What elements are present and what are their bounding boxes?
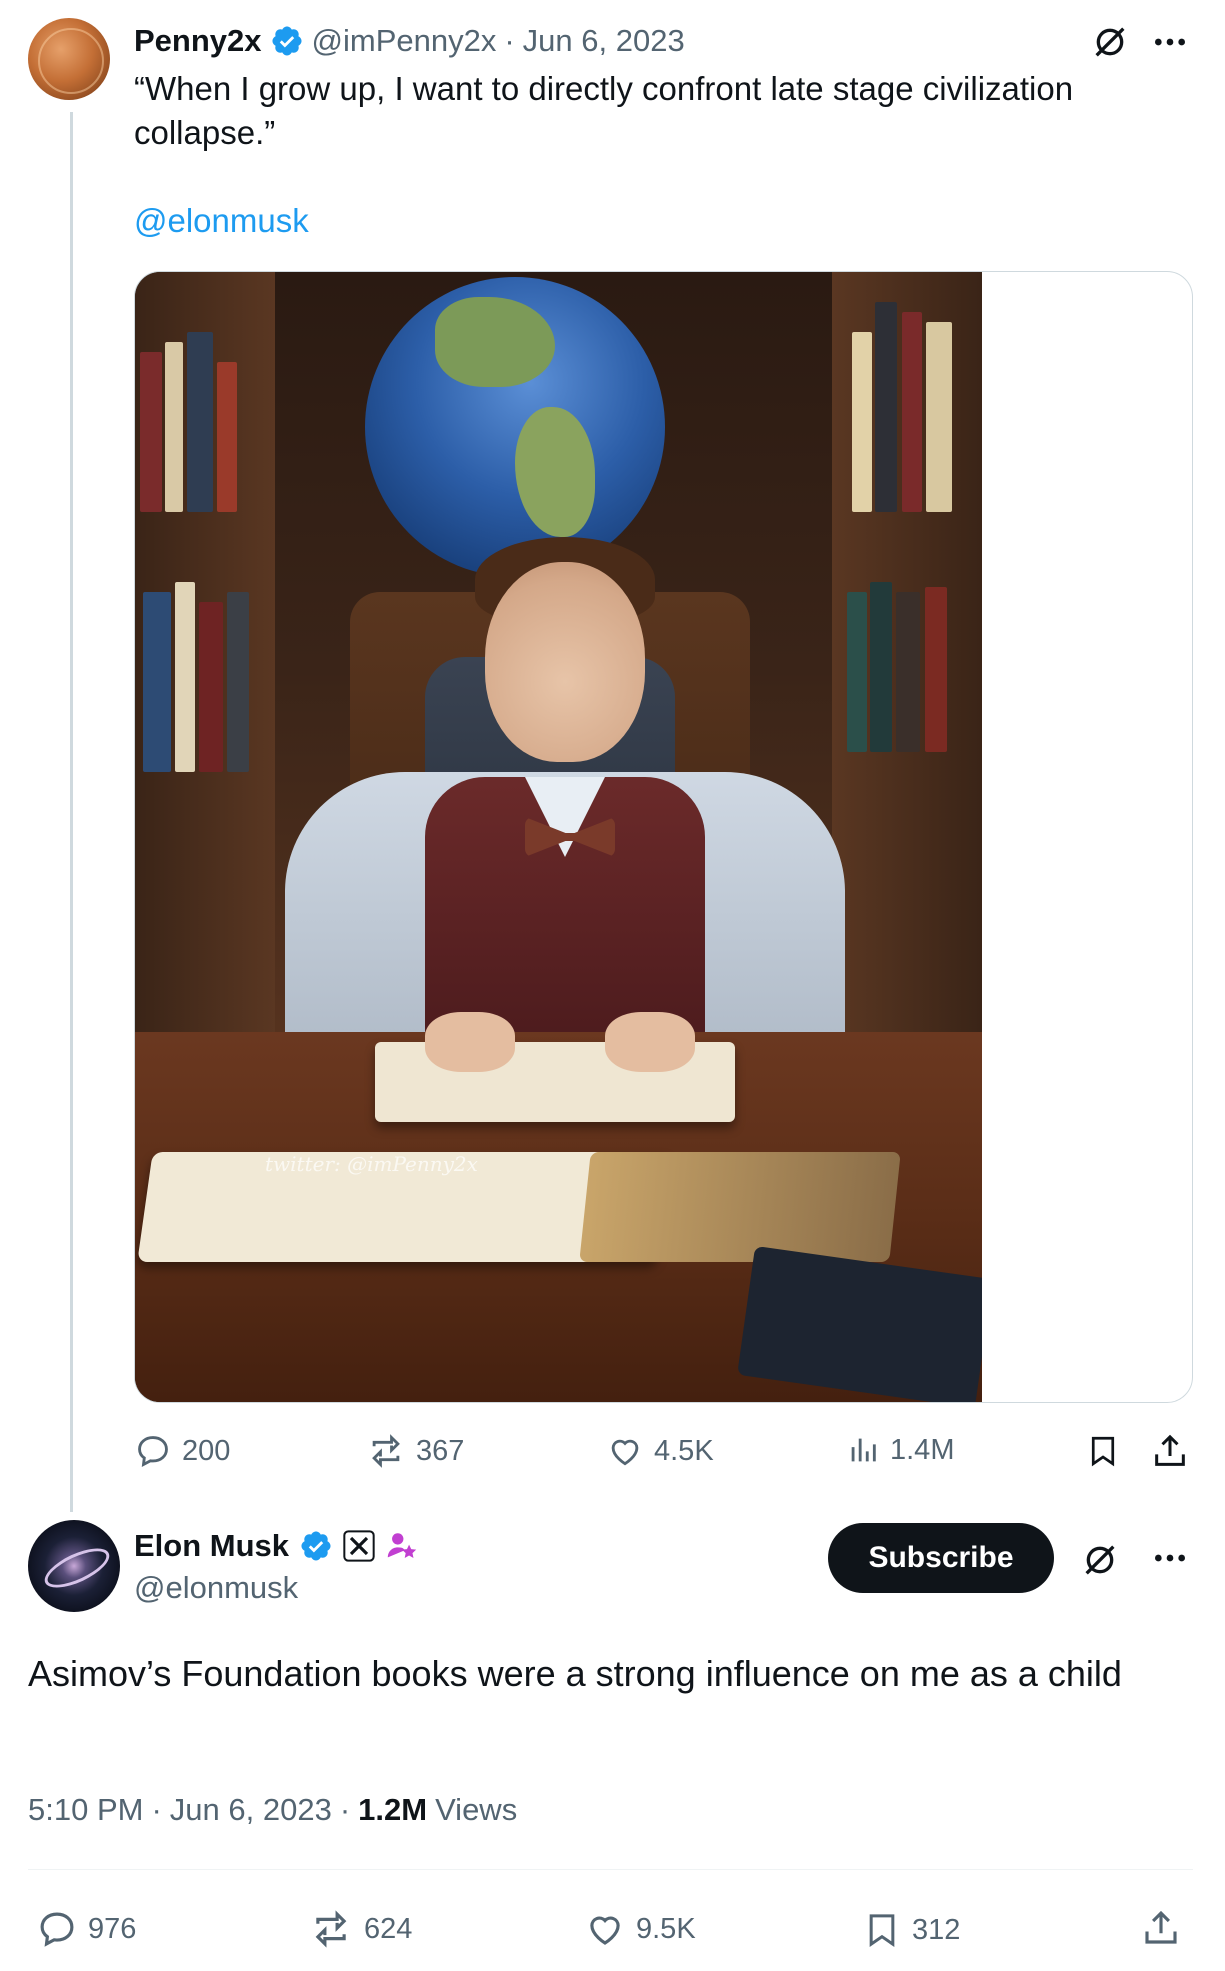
verified-badge-icon <box>271 26 302 56</box>
main-tweet-text: Asimov’s Foundation books were a strong … <box>28 1653 1122 1694</box>
photo-watermark: twitter: @imPenny2x <box>265 1152 478 1176</box>
tweet-time[interactable]: 5:10 PM <box>28 1792 143 1828</box>
main-author-name[interactable]: Elon Musk <box>134 1528 289 1564</box>
main-author-handle[interactable]: @elonmusk <box>134 1570 298 1606</box>
quoted-repost-count: 367 <box>416 1434 465 1467</box>
separator-dot: · <box>339 1792 351 1827</box>
elonmusk-avatar[interactable] <box>28 1520 120 1612</box>
quoted-reply-button[interactable]: 200 <box>134 1432 230 1470</box>
tweet-meta: 5:10 PM · Jun 6, 2023 · 1.2M Views <box>28 1792 517 1828</box>
verified-badge-icon <box>301 1531 331 1561</box>
views-icon <box>851 1438 876 1462</box>
reply-button[interactable]: 976 <box>36 1908 136 1950</box>
repost-icon <box>372 1434 400 1468</box>
quoted-reply-count: 200 <box>182 1434 231 1467</box>
quoted-views-button[interactable]: 1.4M <box>846 1432 954 1468</box>
separator-dot: · <box>151 1792 162 1827</box>
quoted-repost-button[interactable]: 367 <box>366 1432 464 1470</box>
grok-icon[interactable] <box>1080 1540 1120 1580</box>
views-count: 1.2M <box>358 1792 428 1827</box>
x-logo-icon[interactable] <box>343 1530 375 1562</box>
repost-button[interactable]: 624 <box>308 1908 412 1950</box>
picture-book <box>579 1152 901 1262</box>
reply-icon <box>40 1912 74 1947</box>
reply-icon <box>138 1436 168 1468</box>
more-icon[interactable] <box>1150 26 1190 58</box>
bookmark-icon[interactable] <box>1085 1430 1121 1472</box>
repost-count: 624 <box>364 1912 413 1945</box>
share-icon[interactable] <box>1150 1430 1190 1472</box>
tweet-photo[interactable]: twitter: @imPenny2x <box>135 272 982 1402</box>
quoted-views-count: 1.4M <box>890 1433 955 1466</box>
like-button[interactable]: 9.5K <box>584 1908 696 1950</box>
quoted-date[interactable]: Jun 6, 2023 <box>523 23 685 59</box>
separator-dot: · <box>504 23 515 58</box>
views-label: Views <box>435 1792 518 1827</box>
like-count: 9.5K <box>636 1912 696 1945</box>
thread-line <box>70 112 73 1512</box>
reply-count: 976 <box>88 1912 137 1945</box>
like-icon <box>590 1916 620 1945</box>
globe <box>365 277 665 577</box>
bookmark-count: 312 <box>912 1913 961 1946</box>
bookmark-button[interactable]: 312 <box>862 1908 960 1952</box>
child-face <box>485 562 645 762</box>
repost-icon <box>315 1910 347 1948</box>
main-header: Elon Musk <box>134 1522 419 1570</box>
share-icon[interactable] <box>1140 1906 1182 1950</box>
quoted-header: Penny2x @imPenny2x · Jun 6, 2023 <box>134 18 685 64</box>
affiliate-icon[interactable] <box>385 1529 419 1563</box>
tweet-date[interactable]: Jun 6, 2023 <box>170 1792 332 1828</box>
quoted-author-handle[interactable]: @imPenny2x <box>312 23 497 59</box>
more-icon[interactable] <box>1150 1542 1190 1574</box>
like-icon <box>611 1439 639 1466</box>
subscribe-button[interactable]: Subscribe <box>828 1523 1054 1593</box>
bookmark-icon <box>869 1914 895 1948</box>
tweet-media[interactable]: twitter: @imPenny2x <box>134 271 1193 1403</box>
mention-link[interactable]: @elonmusk <box>134 202 309 240</box>
divider <box>28 1869 1193 1870</box>
quoted-like-button[interactable]: 4.5K <box>606 1432 714 1470</box>
quoted-author-name[interactable]: Penny2x <box>134 23 262 59</box>
grok-icon[interactable] <box>1090 22 1130 62</box>
penny2x-avatar[interactable] <box>28 18 110 100</box>
quoted-tweet-text: “When I grow up, I want to directly conf… <box>134 70 1074 151</box>
quoted-like-count: 4.5K <box>654 1434 714 1467</box>
